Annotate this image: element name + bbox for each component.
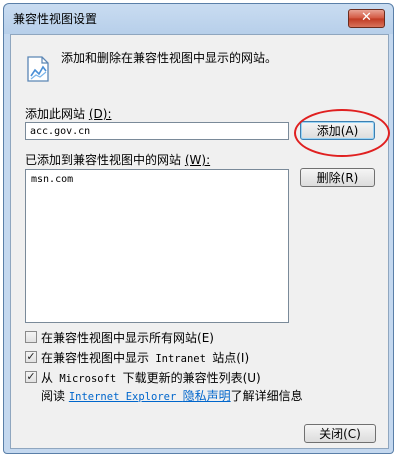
privacy-statement-link[interactable]: 隐私声明 bbox=[183, 389, 231, 403]
window-title: 兼容性视图设置 bbox=[13, 12, 98, 26]
list-item[interactable]: msn.com bbox=[31, 174, 73, 185]
close-button[interactable]: 关闭(C) bbox=[304, 424, 376, 443]
added-sites-accelerator: (W): bbox=[184, 153, 211, 167]
add-site-label: 添加此网站 (D): bbox=[25, 107, 112, 121]
red-circle-annotation bbox=[294, 109, 390, 157]
window-close-button[interactable]: ✕ bbox=[348, 9, 385, 28]
privacy-link-product[interactable]: Internet Explorer bbox=[69, 391, 183, 403]
download-list-checkbox[interactable]: ✓ bbox=[25, 371, 37, 383]
show-all-sites-checkbox[interactable] bbox=[25, 331, 37, 343]
add-site-input[interactable]: acc.gov.cn bbox=[25, 122, 289, 140]
download-list-label: 从 Microsoft 下载更新的兼容性列表(U) bbox=[41, 371, 261, 385]
added-sites-label: 已添加到兼容性视图中的网站 (W): bbox=[25, 153, 211, 167]
compatibility-view-settings-dialog: 兼容性视图设置 ✕ 添加和删除在兼容性视图中显示的网站。 添加此网站 (D): … bbox=[3, 3, 394, 454]
show-all-sites-label: 在兼容性视图中显示所有网站(E) bbox=[41, 331, 214, 345]
show-intranet-label: 在兼容性视图中显示 Intranet 站点(I) bbox=[41, 351, 250, 365]
added-sites-list[interactable]: msn.com bbox=[25, 169, 289, 323]
show-intranet-checkbox[interactable]: ✓ bbox=[25, 351, 37, 363]
info-text: 添加和删除在兼容性视图中显示的网站。 bbox=[61, 51, 278, 65]
dialog-body: 添加和删除在兼容性视图中显示的网站。 添加此网站 (D): acc.gov.cn… bbox=[10, 34, 390, 449]
remove-button[interactable]: 删除(R) bbox=[300, 168, 375, 187]
add-site-accelerator: (D): bbox=[88, 107, 112, 121]
privacy-line: 阅读 Internet Explorer 隐私声明了解详细信息 bbox=[41, 389, 303, 403]
title-bar[interactable]: 兼容性视图设置 ✕ bbox=[4, 4, 393, 32]
compatibility-view-icon bbox=[27, 56, 49, 82]
